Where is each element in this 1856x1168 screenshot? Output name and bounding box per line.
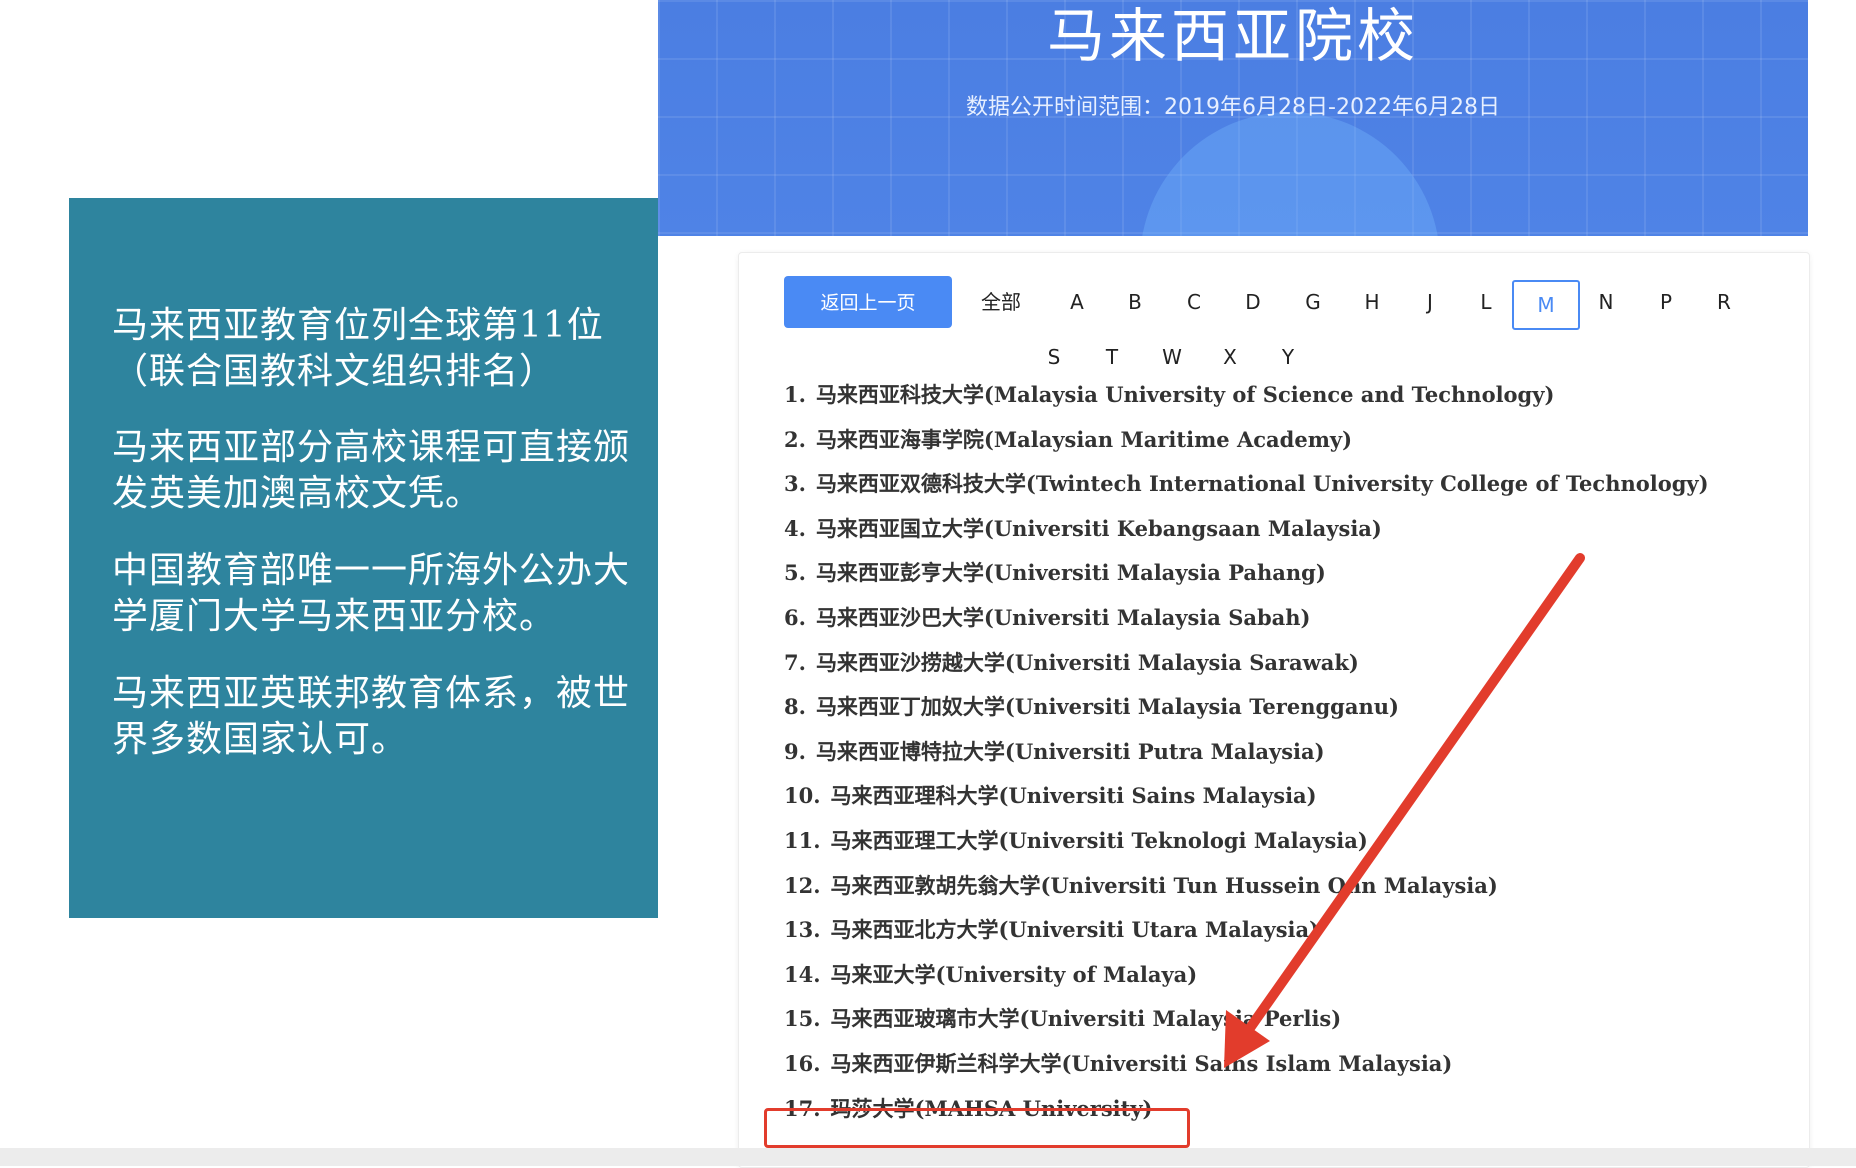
item-number: 14. — [784, 961, 821, 987]
filter-letter-r[interactable]: R — [1699, 277, 1749, 327]
filter-letter-p[interactable]: P — [1641, 277, 1691, 327]
list-item[interactable]: 13. 马来西亚北方大学(Universiti Utara Malaysia) — [784, 908, 1709, 953]
filter-letter-a[interactable]: A — [1052, 277, 1102, 327]
filter-letter-l[interactable]: L — [1461, 277, 1511, 327]
filter-letter-g[interactable]: G — [1288, 277, 1338, 327]
item-number: 4. — [784, 515, 806, 541]
item-number: 2. — [784, 426, 806, 452]
list-item[interactable]: 2. 马来西亚海事学院(Malaysian Maritime Academy) — [784, 418, 1709, 463]
highlight-annotation-box — [764, 1108, 1190, 1148]
university-name: 马来西亚博特拉大学(Universiti Putra Malaysia) — [815, 738, 1325, 764]
list-item[interactable]: 1. 马来西亚科技大学(Malaysia University of Scienc… — [784, 373, 1709, 418]
filter-letter-b[interactable]: B — [1110, 277, 1160, 327]
list-item[interactable]: 12. 马来西亚敦胡先翁大学(Universiti Tun Hussein Onn… — [784, 864, 1709, 909]
university-name: 马来西亚双德科技大学(Twintech International Univer… — [815, 471, 1709, 497]
list-item[interactable]: 7. 马来西亚沙捞越大学(Universiti Malaysia Sarawak) — [784, 641, 1709, 686]
university-name: 马来西亚沙巴大学(Universiti Malaysia Sabah) — [815, 604, 1311, 630]
list-item[interactable]: 14. 马来亚大学(University of Malaya) — [784, 953, 1709, 998]
filter-letter-j[interactable]: J — [1405, 277, 1455, 327]
list-item[interactable]: 5. 马来西亚彭亨大学(Universiti Malaysia Pahang) — [784, 551, 1709, 596]
item-number: 6. — [784, 604, 806, 630]
list-item[interactable]: 11. 马来西亚理工大学(Universiti Teknologi Malaysi… — [784, 819, 1709, 864]
filter-all[interactable]: 全部 — [973, 277, 1029, 327]
filter-letter-d[interactable]: D — [1228, 277, 1278, 327]
university-name: 马来西亚彭亨大学(Universiti Malaysia Pahang) — [815, 560, 1326, 586]
bottom-scroll-strip — [0, 1148, 1856, 1166]
university-name: 马来西亚玻璃市大学(Universiti Malaysia Perlis) — [830, 1006, 1342, 1032]
list-item[interactable]: 10. 马来西亚理科大学(Universiti Sains Malaysia) — [784, 774, 1709, 819]
item-number: 3. — [784, 471, 806, 497]
header-banner: 马来西亚院校 数据公开时间范围：2019年6月28日-2022年6月28日 — [658, 0, 1808, 236]
item-number: 7. — [784, 649, 806, 675]
info-paragraph-3: 中国教育部唯一一所海外公办大学厦门大学马来西亚分校。 — [112, 550, 631, 637]
item-number: 11. — [784, 827, 821, 853]
university-name: 马来西亚海事学院(Malaysian Maritime Academy) — [815, 426, 1353, 452]
info-paragraph-1: 马来西亚教育位列全球第11位（联合国教科文组织排名） — [112, 305, 604, 392]
university-list-card: 返回上一页 全部 A B C D G H J L M N P R S T W X… — [738, 252, 1810, 1168]
item-number: 13. — [784, 917, 821, 943]
university-name: 马来西亚国立大学(Universiti Kebangsaan Malaysia) — [815, 515, 1382, 541]
item-number: 12. — [784, 872, 821, 898]
info-paragraph-4: 马来西亚英联邦教育体系，被世界多数国家认可。 — [112, 673, 631, 760]
banner-decoration — [1140, 112, 1440, 236]
university-name: 马来西亚理科大学(Universiti Sains Malaysia) — [830, 783, 1317, 809]
item-number: 5. — [784, 560, 806, 586]
filter-letter-m[interactable]: M — [1512, 280, 1580, 330]
university-name: 马来西亚沙捞越大学(Universiti Malaysia Sarawak) — [815, 649, 1359, 675]
page-title: 马来西亚院校 — [1046, 2, 1419, 70]
university-list: 1. 马来西亚科技大学(Malaysia University of Scienc… — [784, 373, 1709, 1131]
item-number: 10. — [784, 783, 821, 809]
list-item[interactable]: 3. 马来西亚双德科技大学(Twintech International Univ… — [784, 462, 1709, 507]
university-name: 马来西亚北方大学(Universiti Utara Malaysia) — [830, 917, 1320, 943]
filter-letter-n[interactable]: N — [1581, 277, 1631, 327]
list-item[interactable]: 15. 马来西亚玻璃市大学(Universiti Malaysia Perlis) — [784, 997, 1709, 1042]
list-item[interactable]: 6. 马来西亚沙巴大学(Universiti Malaysia Sabah) — [784, 596, 1709, 641]
info-paragraph-2: 马来西亚部分高校课程可直接颁发英美加澳高校文凭。 — [112, 427, 631, 514]
university-name: 马来西亚理工大学(Universiti Teknologi Malaysia) — [830, 827, 1368, 853]
item-number: 15. — [784, 1006, 821, 1032]
back-button[interactable]: 返回上一页 — [784, 276, 952, 328]
item-number: 1. — [784, 382, 806, 407]
university-name: 马来西亚丁加奴大学(Universiti Malaysia Terengganu… — [815, 694, 1399, 720]
item-number: 8. — [784, 694, 806, 720]
university-name: 马来西亚敦胡先翁大学(Universiti Tun Hussein Onn Ma… — [830, 872, 1498, 898]
list-item[interactable]: 16. 马来西亚伊斯兰科学大学(Universiti Sains Islam Ma… — [784, 1042, 1709, 1087]
list-item[interactable]: 9. 马来西亚博特拉大学(Universiti Putra Malaysia) — [784, 730, 1709, 775]
item-number: 16. — [784, 1050, 821, 1076]
university-name: 马来西亚科技大学(Malaysia University of Science … — [815, 382, 1555, 407]
info-panel: 马来西亚教育位列全球第11位（联合国教科文组织排名） 马来西亚部分高校课程可直接… — [69, 198, 658, 918]
university-name: 马来亚大学(University of Malaya) — [830, 961, 1198, 987]
filter-letter-h[interactable]: H — [1347, 277, 1397, 327]
item-number: 9. — [784, 738, 806, 764]
date-range-subtitle: 数据公开时间范围：2019年6月28日-2022年6月28日 — [966, 95, 1500, 120]
filter-letter-c[interactable]: C — [1169, 277, 1219, 327]
list-item[interactable]: 8. 马来西亚丁加奴大学(Universiti Malaysia Terengga… — [784, 685, 1709, 730]
university-name: 马来西亚伊斯兰科学大学(Universiti Sains Islam Malay… — [830, 1050, 1453, 1076]
list-item[interactable]: 4. 马来西亚国立大学(Universiti Kebangsaan Malaysi… — [784, 507, 1709, 552]
